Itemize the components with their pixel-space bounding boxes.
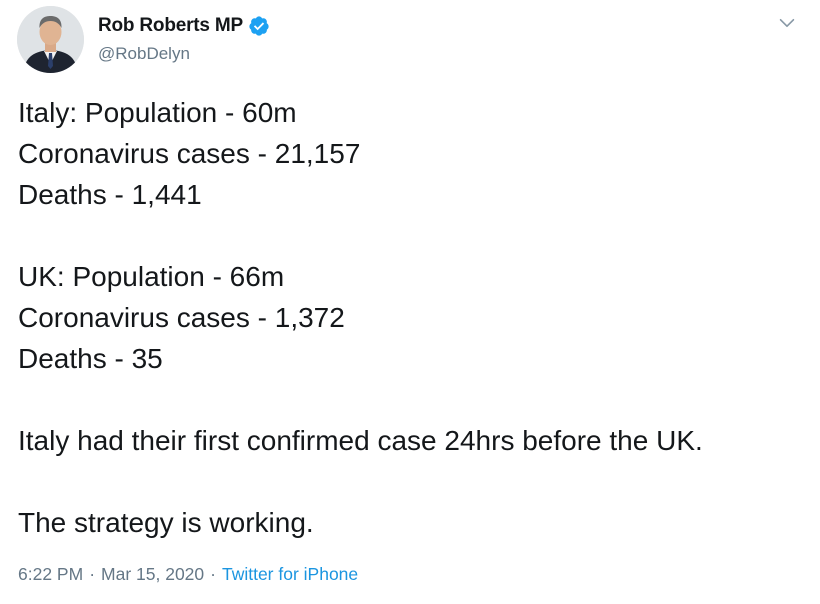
tweet-meta: 6:22 PM · Mar 15, 2020 · Twitter for iPh…: [18, 564, 358, 585]
tweet-line: Italy: Population - 60m: [18, 97, 297, 128]
meta-separator: ·: [210, 564, 216, 584]
tweet-line-gap: [18, 461, 703, 502]
tweet-line: Italy had their first confirmed case 24h…: [18, 425, 703, 456]
tweet-source-link[interactable]: Twitter for iPhone: [222, 564, 358, 585]
tweet-line-gap: [18, 215, 703, 256]
tweet-line: The strategy is working.: [18, 507, 314, 538]
tweet-line: UK: Population - 66m: [18, 261, 285, 292]
author-handle[interactable]: @RobDelyn: [98, 44, 190, 64]
tweet-line-gap: [18, 379, 703, 420]
tweet-text: Italy: Population - 60m Coronavirus case…: [18, 92, 703, 543]
tweet-line: Coronavirus cases - 21,157: [18, 138, 361, 169]
avatar-portrait: [17, 6, 84, 73]
avatar[interactable]: [17, 6, 84, 73]
tweet-time[interactable]: 6:22 PM: [18, 564, 83, 585]
author-name[interactable]: Rob Roberts MP: [98, 15, 243, 37]
tweet-line: Deaths - 1,441: [18, 179, 202, 210]
verified-badge-icon: [248, 15, 270, 37]
meta-separator: ·: [89, 564, 96, 584]
tweet-date[interactable]: Mar 15, 2020: [101, 564, 204, 585]
chevron-down-icon[interactable]: [776, 12, 798, 34]
tweet-card: Rob Roberts MP @RobDelyn Italy: Populati…: [0, 0, 820, 604]
author-name-row[interactable]: Rob Roberts MP: [98, 15, 270, 37]
tweet-line: Coronavirus cases - 1,372: [18, 302, 345, 333]
tweet-line: Deaths - 35: [18, 343, 163, 374]
